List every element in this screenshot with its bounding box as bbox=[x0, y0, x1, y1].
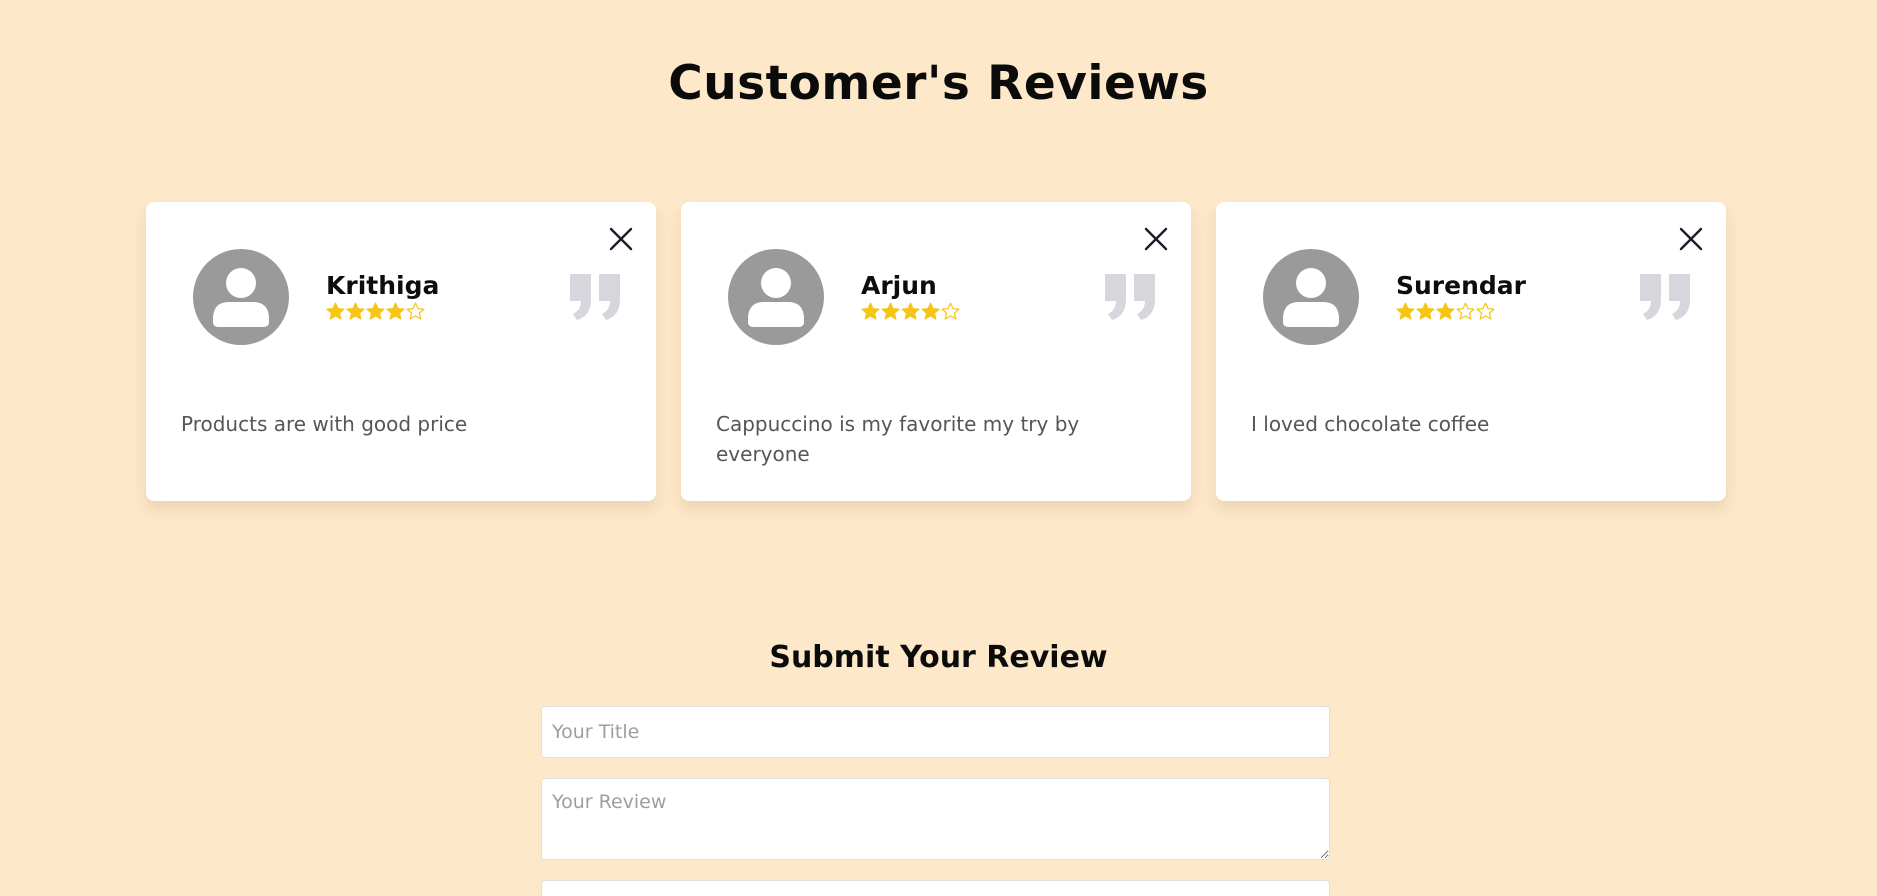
star-rating bbox=[326, 302, 439, 321]
review-text: Products are with good price bbox=[181, 412, 468, 436]
form-heading: Submit Your Review bbox=[769, 640, 1108, 675]
star-empty-icon bbox=[1456, 302, 1475, 320]
star-filled-icon bbox=[901, 302, 920, 320]
star-empty-icon bbox=[941, 302, 960, 320]
star-filled-icon bbox=[386, 302, 405, 320]
reviewer-name: Krithiga bbox=[326, 271, 440, 300]
reviewer-name: Arjun bbox=[861, 271, 937, 300]
close-icon[interactable] bbox=[1676, 224, 1706, 254]
quote-icon bbox=[1105, 274, 1155, 320]
user-avatar-icon bbox=[1263, 249, 1359, 345]
close-icon[interactable] bbox=[606, 224, 636, 254]
reviewer-info: Surendar bbox=[1396, 272, 1526, 321]
review-card: Surendar I loved chocolate coffee bbox=[1216, 202, 1726, 501]
quote-icon bbox=[1640, 274, 1690, 320]
star-rating bbox=[1396, 302, 1526, 321]
star-filled-icon bbox=[1396, 302, 1415, 320]
quote-icon bbox=[570, 274, 620, 320]
close-icon[interactable] bbox=[1141, 224, 1171, 254]
star-empty-icon bbox=[406, 302, 425, 320]
star-rating bbox=[861, 302, 960, 321]
next-form-field[interactable] bbox=[541, 880, 1330, 896]
user-avatar-icon bbox=[193, 249, 289, 345]
reviewer-name: Surendar bbox=[1396, 271, 1526, 300]
star-filled-icon bbox=[921, 302, 940, 320]
star-filled-icon bbox=[1436, 302, 1455, 320]
star-filled-icon bbox=[326, 302, 345, 320]
star-empty-icon bbox=[1476, 302, 1495, 320]
reviewer-info: Krithiga bbox=[326, 272, 439, 321]
star-filled-icon bbox=[861, 302, 880, 320]
review-cards: Krithiga Products are with good price Ar… bbox=[146, 202, 1726, 501]
page-title: Customer's Reviews bbox=[668, 56, 1209, 111]
review-text: Cappuccino is my favorite my try by ever… bbox=[716, 412, 1080, 466]
star-filled-icon bbox=[366, 302, 385, 320]
title-input[interactable] bbox=[541, 706, 1330, 758]
review-card: Arjun Cappuccino is my favorite my try b… bbox=[681, 202, 1191, 501]
review-text: I loved chocolate coffee bbox=[1251, 412, 1490, 436]
review-card: Krithiga Products are with good price bbox=[146, 202, 656, 501]
star-filled-icon bbox=[1416, 302, 1435, 320]
reviews-page: Customer's Reviews Krithiga Products are bbox=[0, 0, 1877, 896]
reviewer-info: Arjun bbox=[861, 272, 960, 321]
user-avatar-icon bbox=[728, 249, 824, 345]
review-textarea[interactable] bbox=[541, 778, 1330, 860]
star-filled-icon bbox=[346, 302, 365, 320]
star-filled-icon bbox=[881, 302, 900, 320]
